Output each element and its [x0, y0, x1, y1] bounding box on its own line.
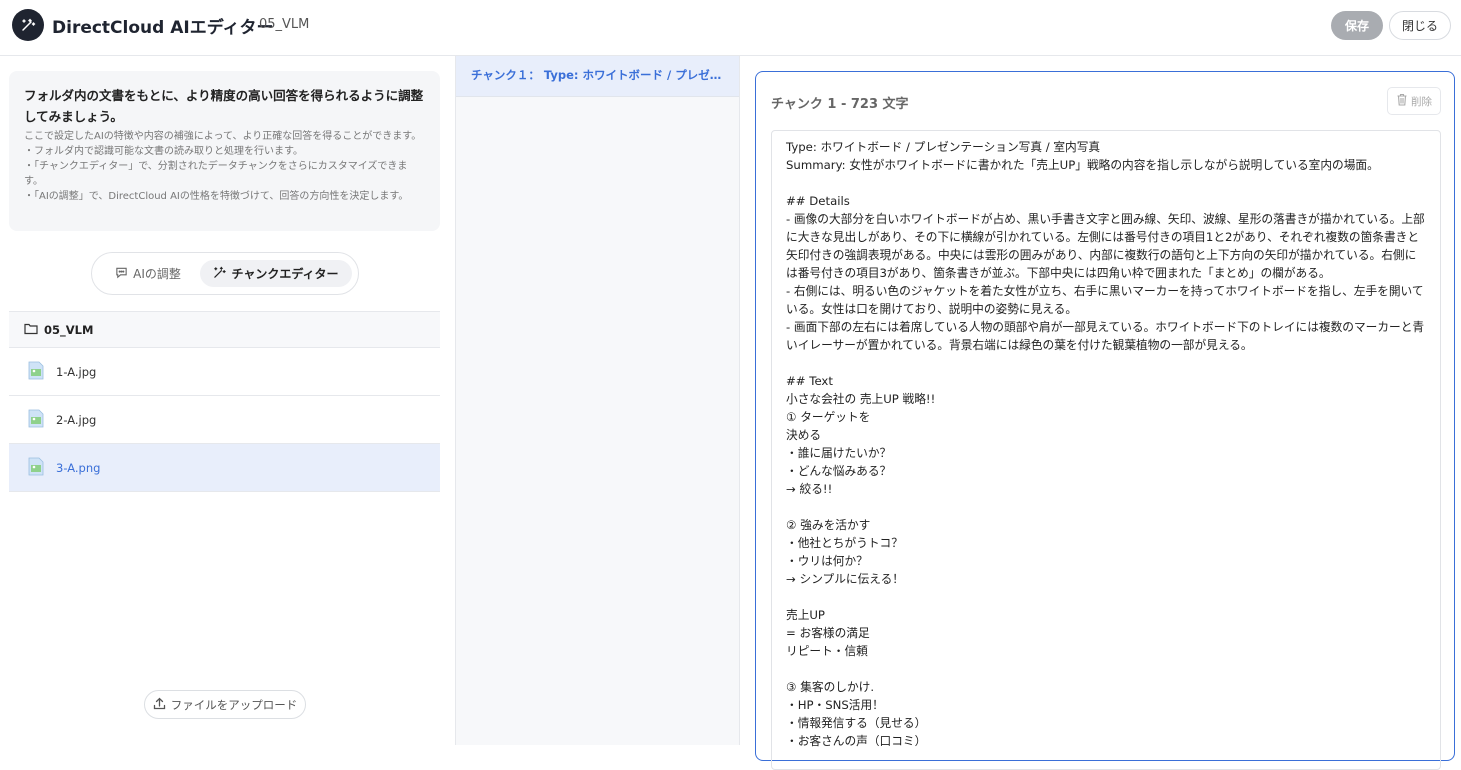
chunk-text-line: ③ 集客のしかけ.: [786, 680, 875, 694]
magic-wand-icon: [213, 266, 227, 282]
chunk-text-line: ① ターゲットを: [786, 410, 871, 424]
close-button[interactable]: 閉じる: [1389, 11, 1451, 40]
app-title: DirectCloud AIエディター: [52, 18, 274, 38]
chunk-text-line: ② 強みを活かす: [786, 518, 871, 532]
chunk-text-line: ## Text: [786, 374, 833, 388]
chunk-text-line: [786, 660, 1426, 678]
chunk-text-line: → シンプルに伝える！: [786, 572, 904, 586]
chunk-text-line: → 絞る!!: [786, 482, 833, 496]
tab-chunk-editor[interactable]: チャンクエディター: [200, 260, 352, 287]
chunk-text-line: Summary: 女性がホワイトボードに書かれた「売上UP」戦略の内容を指し示し…: [786, 158, 1379, 172]
folder-icon: [24, 322, 38, 338]
chunk-text-line: [786, 354, 1426, 372]
chunk-text-line: リピート・信頼: [786, 644, 868, 658]
info-description: ここで設定したAIの特徴や内容の補強によって、より正確な回答を得ることができます…: [24, 129, 425, 204]
image-file-icon: [28, 457, 44, 479]
tab-label: AIの調整: [133, 267, 181, 281]
file-name: 2-A.jpg: [56, 412, 97, 427]
info-title: フォルダ内の文書をもとに、より精度の高い回答を得られるように調整してみましょう。: [24, 88, 424, 124]
chunk-text-line: [786, 174, 1426, 192]
file-item[interactable]: 2-A.jpg: [9, 396, 440, 444]
upload-label: ファイルをアップロード: [170, 699, 298, 712]
info-line: ・「チャンクエディター」で、分割されたデータチャンクをさらにカスタマイズできます…: [24, 161, 408, 187]
chunk-editor-panel: チャンク 1 - 723 文字 削除 Type: ホワイトボード / プレゼンテ…: [755, 71, 1455, 770]
info-card: フォルダ内の文書をもとに、より精度の高い回答を得られるように調整してみましょう。…: [9, 71, 440, 231]
chunk-text-line: [786, 588, 1426, 606]
chunk-text-line: ## Details: [786, 194, 850, 208]
chat-icon: [115, 266, 128, 282]
left-panel: フォルダ内の文書をもとに、より精度の高い回答を得られるように調整してみましょう。…: [0, 56, 456, 745]
chunk-text-area[interactable]: Type: ホワイトボード / プレゼンテーション写真 / 室内写真 Summar…: [771, 130, 1441, 770]
chunk-text-line: - 右側には、明るい色のジャケットを着た女性が立ち、右手に黒いマーカーを持ってホ…: [786, 284, 1424, 316]
chunk-text-line: ・誰に届けたいか？: [786, 446, 892, 460]
chunk-text-line: ・どんな悩みある？: [786, 464, 892, 478]
chunk-text-line: - 画面下部の左右には着席している人物の頭部や肩が一部見えている。ホワイトボード…: [786, 320, 1425, 352]
header-folder-name: 05_VLM: [259, 17, 310, 32]
chunk-text-line: 売上UP: [786, 608, 825, 622]
info-line: ・フォルダ内で認識可能な文書の読み取りと処理を行います。: [24, 146, 303, 157]
chunk-text-line: - 画像の大部分を白いホワイトボードが占め、黒い手書き文字と囲み線、矢印、波線、…: [786, 212, 1425, 280]
chunk-item-selected[interactable]: チャンク１： Type: ホワイトボード / プレゼンテーション写真 / 室内写…: [456, 56, 739, 97]
chunk-text-line: ・ウリは何か？: [786, 554, 868, 568]
chunk-text-line: ・HP・SNS活用！: [786, 698, 884, 712]
chunk-text-line: ・情報発信する（見せる）: [786, 716, 927, 730]
upload-file-button[interactable]: ファイルをアップロード: [144, 690, 306, 719]
folder-label: 05_VLM: [44, 322, 94, 337]
delete-label: 削除: [1411, 95, 1432, 108]
file-item-selected[interactable]: 3-A.png: [9, 444, 440, 492]
chunk-text-line: [786, 498, 1426, 516]
chunk-title: チャンク 1 - 723 文字: [771, 97, 909, 112]
info-line: ・「AIの調整」で、DirectCloud AIの性格を特徴づけて、回答の方向性…: [24, 191, 409, 202]
chunk-text-line: Type: ホワイトボード / プレゼンテーション写真 / 室内写真: [786, 140, 1101, 154]
mode-toggle: AIの調整 チャンクエディター: [91, 252, 359, 295]
file-name: 1-A.jpg: [56, 364, 97, 379]
chunk-text-line: 小さな会社の 売上UP 戦略!!: [786, 392, 936, 406]
chunk-text-line: 決める: [786, 428, 822, 442]
chunk-text-line: ・お客さんの声（口コミ）: [786, 734, 927, 748]
trash-icon: [1396, 93, 1408, 109]
image-file-icon: [28, 361, 44, 383]
image-file-icon: [28, 409, 44, 431]
tab-ai-adjust[interactable]: AIの調整: [102, 260, 194, 287]
chunk-list: チャンク１： Type: ホワイトボード / プレゼンテーション写真 / 室内写…: [456, 56, 740, 745]
file-item[interactable]: 1-A.jpg: [9, 348, 440, 396]
save-button[interactable]: 保存: [1331, 11, 1383, 40]
chunk-text-line: ・他社とちがうトコ？: [786, 536, 903, 550]
folder-root[interactable]: 05_VLM: [9, 311, 440, 348]
chunk-text-line: = お客様の満足: [786, 626, 870, 640]
delete-button[interactable]: 削除: [1387, 87, 1441, 115]
file-tree: 05_VLM 1-A.jpg 2-A.jpg 3-A.png: [9, 311, 440, 492]
file-name: 3-A.png: [56, 460, 101, 475]
app-header: DirectCloud AIエディター 05_VLM 保存 閉じる: [0, 0, 1461, 56]
tab-label: チャンクエディター: [231, 267, 339, 281]
upload-icon: [153, 697, 166, 713]
info-line: ここで設定したAIの特徴や内容の補強によって、より正確な回答を得ることができます…: [24, 131, 422, 142]
magic-wand-icon: [12, 9, 44, 41]
